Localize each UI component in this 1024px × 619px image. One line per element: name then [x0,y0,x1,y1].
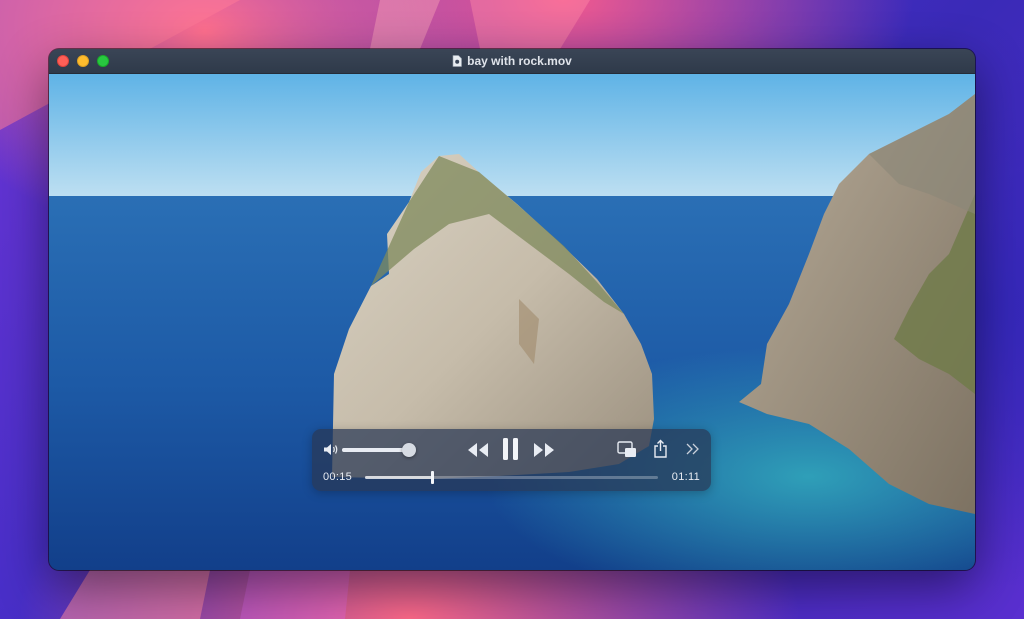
current-time: 00:15 [323,471,353,483]
title-bar[interactable]: bay with rock.mov [49,49,975,74]
pause-icon[interactable] [501,437,521,461]
traffic-lights [57,55,109,67]
close-button[interactable] [57,55,69,67]
volume-slider[interactable] [342,443,416,457]
played-progress [365,476,432,479]
playback-controls: 00:15 01:11 [312,429,711,491]
fast-forward-icon[interactable] [533,443,555,457]
window-title-group: bay with rock.mov [452,54,572,68]
volume-knob[interactable] [401,443,416,457]
volume-level [342,448,409,452]
player-window: bay with rock.mov 00:15 01:11 [49,49,975,570]
share-icon[interactable] [653,439,668,458]
timeline-scrubber[interactable] [365,471,658,484]
chevron-double-right-icon[interactable] [686,443,700,455]
picture-in-picture-icon[interactable] [617,441,637,458]
document-icon [452,55,462,67]
speaker-icon[interactable] [323,443,339,456]
duration: 01:11 [671,471,700,483]
playhead[interactable] [430,471,434,484]
minimize-button[interactable] [77,55,89,67]
zoom-button[interactable] [97,55,109,67]
video-frame[interactable] [49,74,975,570]
window-title: bay with rock.mov [467,54,572,68]
rewind-icon[interactable] [467,443,489,457]
